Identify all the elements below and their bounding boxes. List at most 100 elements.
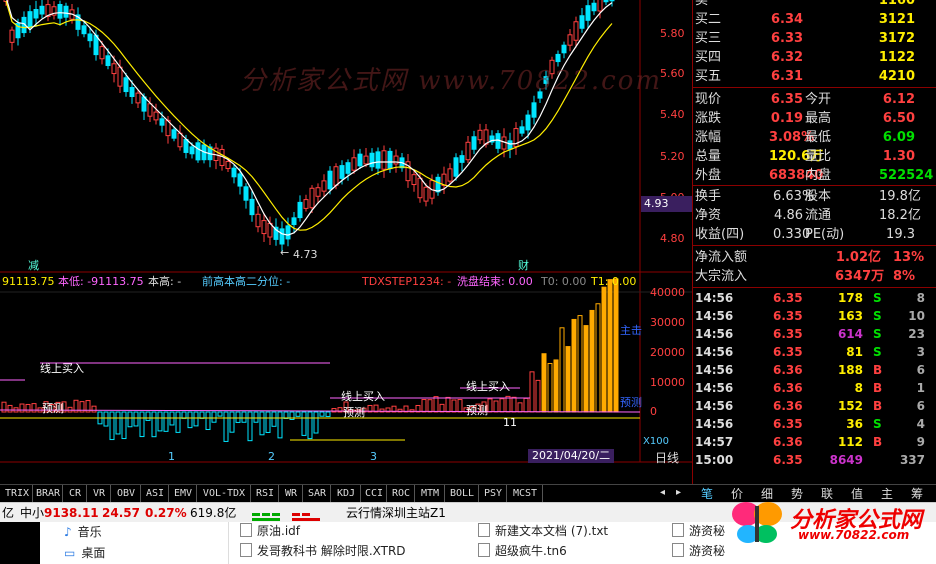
file-item[interactable]: 新建文本文档 (7).txt (478, 522, 608, 540)
candle-body (111, 63, 117, 75)
candle-body (417, 177, 423, 199)
flow-label: 净流入额 (695, 250, 748, 265)
file-item[interactable]: 游资秘 (672, 542, 725, 560)
tick-side: B (873, 363, 883, 377)
candle-body (483, 129, 489, 145)
order-book-row: 买三 6.33 3172 (693, 29, 929, 48)
quote-tab[interactable]: 笔 (694, 485, 720, 503)
candle-body (303, 199, 309, 209)
indicator-axis-label: 10000 (650, 376, 685, 389)
finance-value: 4.86 (774, 208, 803, 223)
tick-count: 9 (916, 435, 925, 449)
indicator-tab-psy[interactable]: PSY (480, 485, 507, 503)
indicator-axis-label: 40000 (650, 286, 685, 299)
nav-item-desktop[interactable]: ▭ 桌面 (64, 544, 105, 561)
flow-label: 大宗流入 (695, 269, 748, 284)
divider (693, 87, 936, 88)
flow-row: 净流入额 1.02亿 13% (693, 248, 929, 267)
low-price-label: 4.73 (293, 248, 318, 261)
order-volume: 3121 (878, 12, 915, 27)
candle-body (117, 66, 123, 87)
tab-scroll-right-icon[interactable]: ▸ (676, 487, 681, 498)
indicator-bar (145, 411, 151, 421)
tick-count: 10 (908, 309, 925, 323)
tab-scroll-left-icon[interactable]: ◂ (660, 487, 665, 498)
flow-row: 大宗流入 6347万 8% (693, 267, 929, 286)
server-name[interactable]: 云行情深圳主站Z1 (346, 503, 446, 523)
candle-body (123, 77, 129, 93)
price-axis-label: 5.40 (660, 108, 685, 121)
period-label[interactable]: 日线 (655, 449, 679, 466)
indicator-tab-trix[interactable]: TRIX (2, 485, 33, 503)
ind-v6: 洗盘结束: 0.00 (457, 275, 533, 288)
finance-value: 0.330 (773, 227, 811, 242)
indicator-tab-asi[interactable]: ASI (142, 485, 169, 503)
indicator-tab-boll[interactable]: BOLL (446, 485, 479, 503)
tick-time: 14:56 (695, 399, 734, 413)
quote-row: 涨幅 3.08% 最低 6.09 (693, 128, 929, 147)
file-icon (672, 523, 684, 537)
candle-body (279, 228, 285, 245)
kline-chart-area[interactable]: 分析家公式网 www.70822.com 5.805.605.405.205.0… (0, 0, 694, 484)
candle-body (297, 201, 303, 219)
indicator-tab-vr[interactable]: VR (88, 485, 111, 503)
indicator-bar (127, 411, 133, 428)
indicator-bar (151, 411, 157, 438)
quote-value: 6.50 (882, 111, 915, 126)
indicator-tab-roc[interactable]: ROC (388, 485, 415, 503)
indicator-tab-brar[interactable]: BRAR (34, 485, 63, 503)
indicator-bar (421, 399, 427, 413)
index-turnover: 619.8亿 (190, 506, 237, 520)
candle-body (27, 11, 33, 28)
indicator-tab-wr[interactable]: WR (280, 485, 303, 503)
candle-body (351, 157, 357, 171)
candle-body (237, 173, 243, 187)
indicator-tab-mtm[interactable]: MTM (416, 485, 445, 503)
quote-row: 外盘 683840 内盘 522524 (693, 166, 933, 185)
candle-body (507, 140, 513, 150)
file-item[interactable]: 发哥教科书 解除时限.XTRD (240, 542, 406, 560)
tick-count: 1 (916, 381, 925, 395)
indicator-tab-vol-tdx[interactable]: VOL-TDX (198, 485, 251, 503)
indicator-bar (163, 411, 169, 432)
nav-item-music[interactable]: ♪ 音乐 (64, 523, 102, 540)
status-unit: 亿 (2, 506, 15, 520)
quote-label: 涨跌 (695, 111, 722, 126)
indicator-bar (31, 403, 37, 413)
file-item[interactable]: 原油.idf (240, 522, 300, 540)
candle-body (411, 174, 417, 186)
candle-body (447, 168, 453, 182)
quote-label: 涨幅 (695, 130, 722, 145)
indicator-tab-emv[interactable]: EMV (170, 485, 197, 503)
indicator-tab-kdj[interactable]: KDJ (332, 485, 361, 503)
tick-side: S (873, 291, 882, 305)
candle-body (387, 150, 393, 170)
file-item[interactable]: 游资秘 (672, 522, 725, 540)
candle-body (465, 141, 471, 161)
candle-body (435, 176, 441, 193)
indicator-tab-cr[interactable]: CR (64, 485, 87, 503)
indicator-bar (457, 399, 463, 413)
indicator-tab-sar[interactable]: SAR (304, 485, 331, 503)
indicator-tab-mcst[interactable]: MCST (508, 485, 543, 503)
finance-value: 18.2亿 (879, 208, 921, 223)
indicator-bar (439, 403, 445, 413)
index-name[interactable]: 中小 (20, 503, 44, 523)
candle-body (261, 220, 267, 235)
indicator-tab-rsi[interactable]: RSI (252, 485, 279, 503)
candle-body (579, 15, 585, 29)
nav-music-label: 音乐 (77, 525, 102, 539)
indicator-tab-cci[interactable]: CCI (362, 485, 387, 503)
file-item[interactable]: 超级疯牛.tn6 (478, 542, 567, 560)
tick-side: S (873, 345, 882, 359)
candle-body (57, 4, 63, 19)
tick-price: 6.36 (773, 399, 803, 413)
tick-volume: 614 (837, 327, 863, 341)
indicator-tab-obv[interactable]: OBV (112, 485, 141, 503)
order-book-row: 买四 6.32 1122 (693, 48, 929, 67)
indicator-bar (247, 411, 253, 442)
tick-time: 14:57 (695, 435, 734, 449)
order-label: 买三 (695, 31, 722, 46)
candle-body (471, 136, 477, 150)
indicator-bar (211, 411, 217, 423)
